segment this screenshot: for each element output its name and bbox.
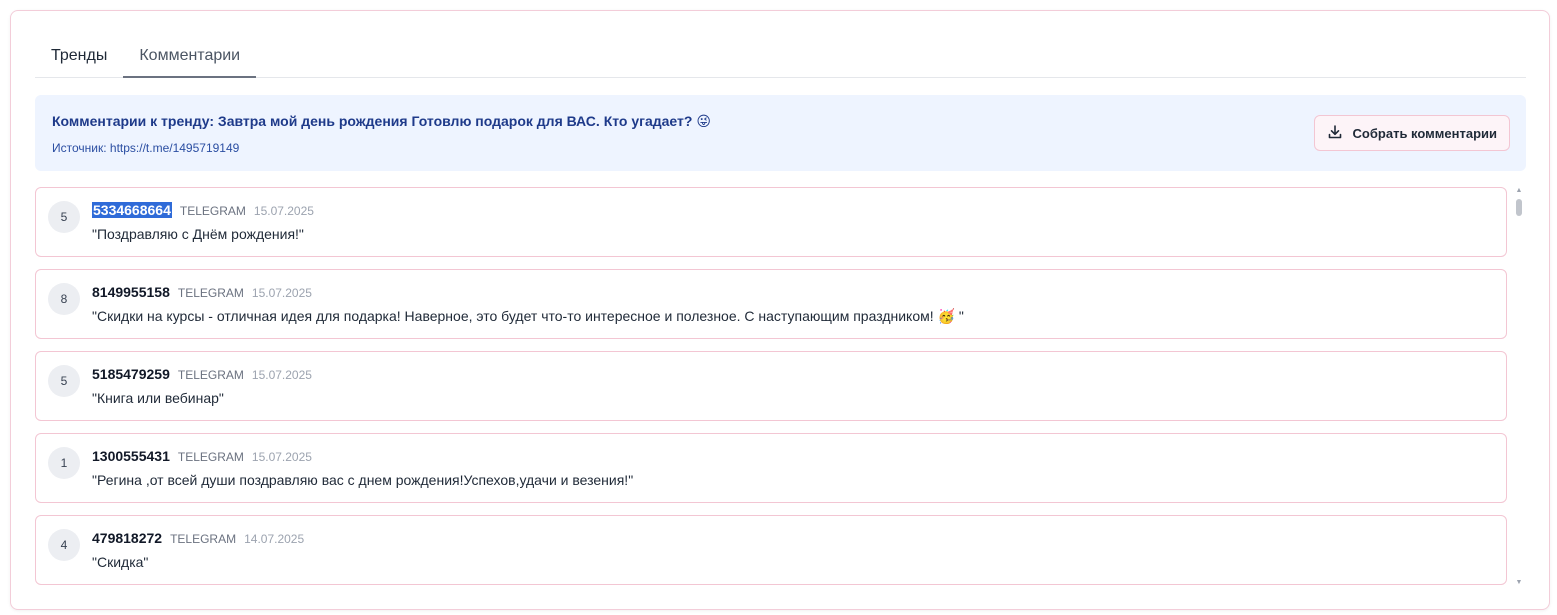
collect-comments-button[interactable]: Собрать комментарии	[1313, 115, 1510, 151]
comment-text: "Поздравляю с Днём рождения!"	[92, 226, 304, 242]
comment-text: "Скидки на курсы - отличная идея для под…	[92, 308, 964, 324]
comment-score: 4	[48, 529, 80, 561]
tab-trends[interactable]: Тренды	[35, 41, 123, 78]
comment-date: 15.07.2025	[251, 450, 312, 464]
comment-platform: TELEGRAM	[170, 532, 237, 546]
comment-platform: TELEGRAM	[177, 286, 244, 300]
comment-score: 5	[48, 365, 80, 397]
collect-comments-label: Собрать комментарии	[1352, 125, 1497, 141]
comment-author: 479818272	[92, 530, 163, 546]
trend-title: Комментарии к тренду: Завтра мой день ро…	[52, 113, 711, 129]
comment-platform: TELEGRAM	[177, 368, 244, 382]
comment-platform: TELEGRAM	[179, 204, 246, 218]
comment-text: "Книга или вебинар"	[92, 390, 224, 406]
comment-author: 1300555431	[92, 448, 170, 464]
comment-card: 8 8149955158 TELEGRAM 15.07.2025 "Скидки…	[35, 269, 1507, 339]
comment-list-scrollbar[interactable]: ▲ ▼	[1514, 187, 1524, 587]
trend-banner: Комментарии к тренду: Завтра мой день ро…	[35, 95, 1526, 171]
comment-score: 1	[48, 447, 80, 479]
comment-author: 5334668664	[92, 202, 172, 218]
comment-date: 15.07.2025	[253, 204, 314, 218]
trend-source-link[interactable]: Источник: https://t.me/1495719149	[52, 141, 239, 155]
comment-author: 5185479259	[92, 366, 170, 382]
comment-text: "Скидка"	[92, 554, 149, 570]
comment-date: 14.07.2025	[244, 532, 305, 546]
comment-text: "Регина ,от всей души поздравляю вас с д…	[92, 472, 634, 488]
comment-card: 1 1300555431 TELEGRAM 15.07.2025 "Регина…	[35, 433, 1507, 503]
tab-bar: Тренды Комментарии	[35, 41, 1526, 78]
comment-score: 8	[48, 283, 80, 315]
comment-platform: TELEGRAM	[177, 450, 244, 464]
comments-panel: Тренды Комментарии Комментарии к тренду:…	[10, 10, 1550, 610]
scroll-down-arrow-icon[interactable]: ▼	[1515, 579, 1523, 587]
comment-list: 5 5334668664 TELEGRAM 15.07.2025 "Поздра…	[35, 187, 1508, 587]
comment-card: 5 5185479259 TELEGRAM 15.07.2025 "Книга …	[35, 351, 1507, 421]
comment-author: 8149955158	[92, 284, 170, 300]
download-icon	[1327, 124, 1343, 143]
comment-score: 5	[48, 201, 80, 233]
tab-comments[interactable]: Комментарии	[123, 41, 257, 78]
comment-card: 4 479818272 TELEGRAM 14.07.2025 "Скидка"	[35, 515, 1507, 585]
comment-date: 15.07.2025	[251, 286, 312, 300]
scroll-up-arrow-icon[interactable]: ▲	[1515, 187, 1523, 195]
scroll-thumb[interactable]	[1516, 199, 1522, 216]
comment-card: 5 5334668664 TELEGRAM 15.07.2025 "Поздра…	[35, 187, 1507, 257]
comment-date: 15.07.2025	[251, 368, 312, 382]
